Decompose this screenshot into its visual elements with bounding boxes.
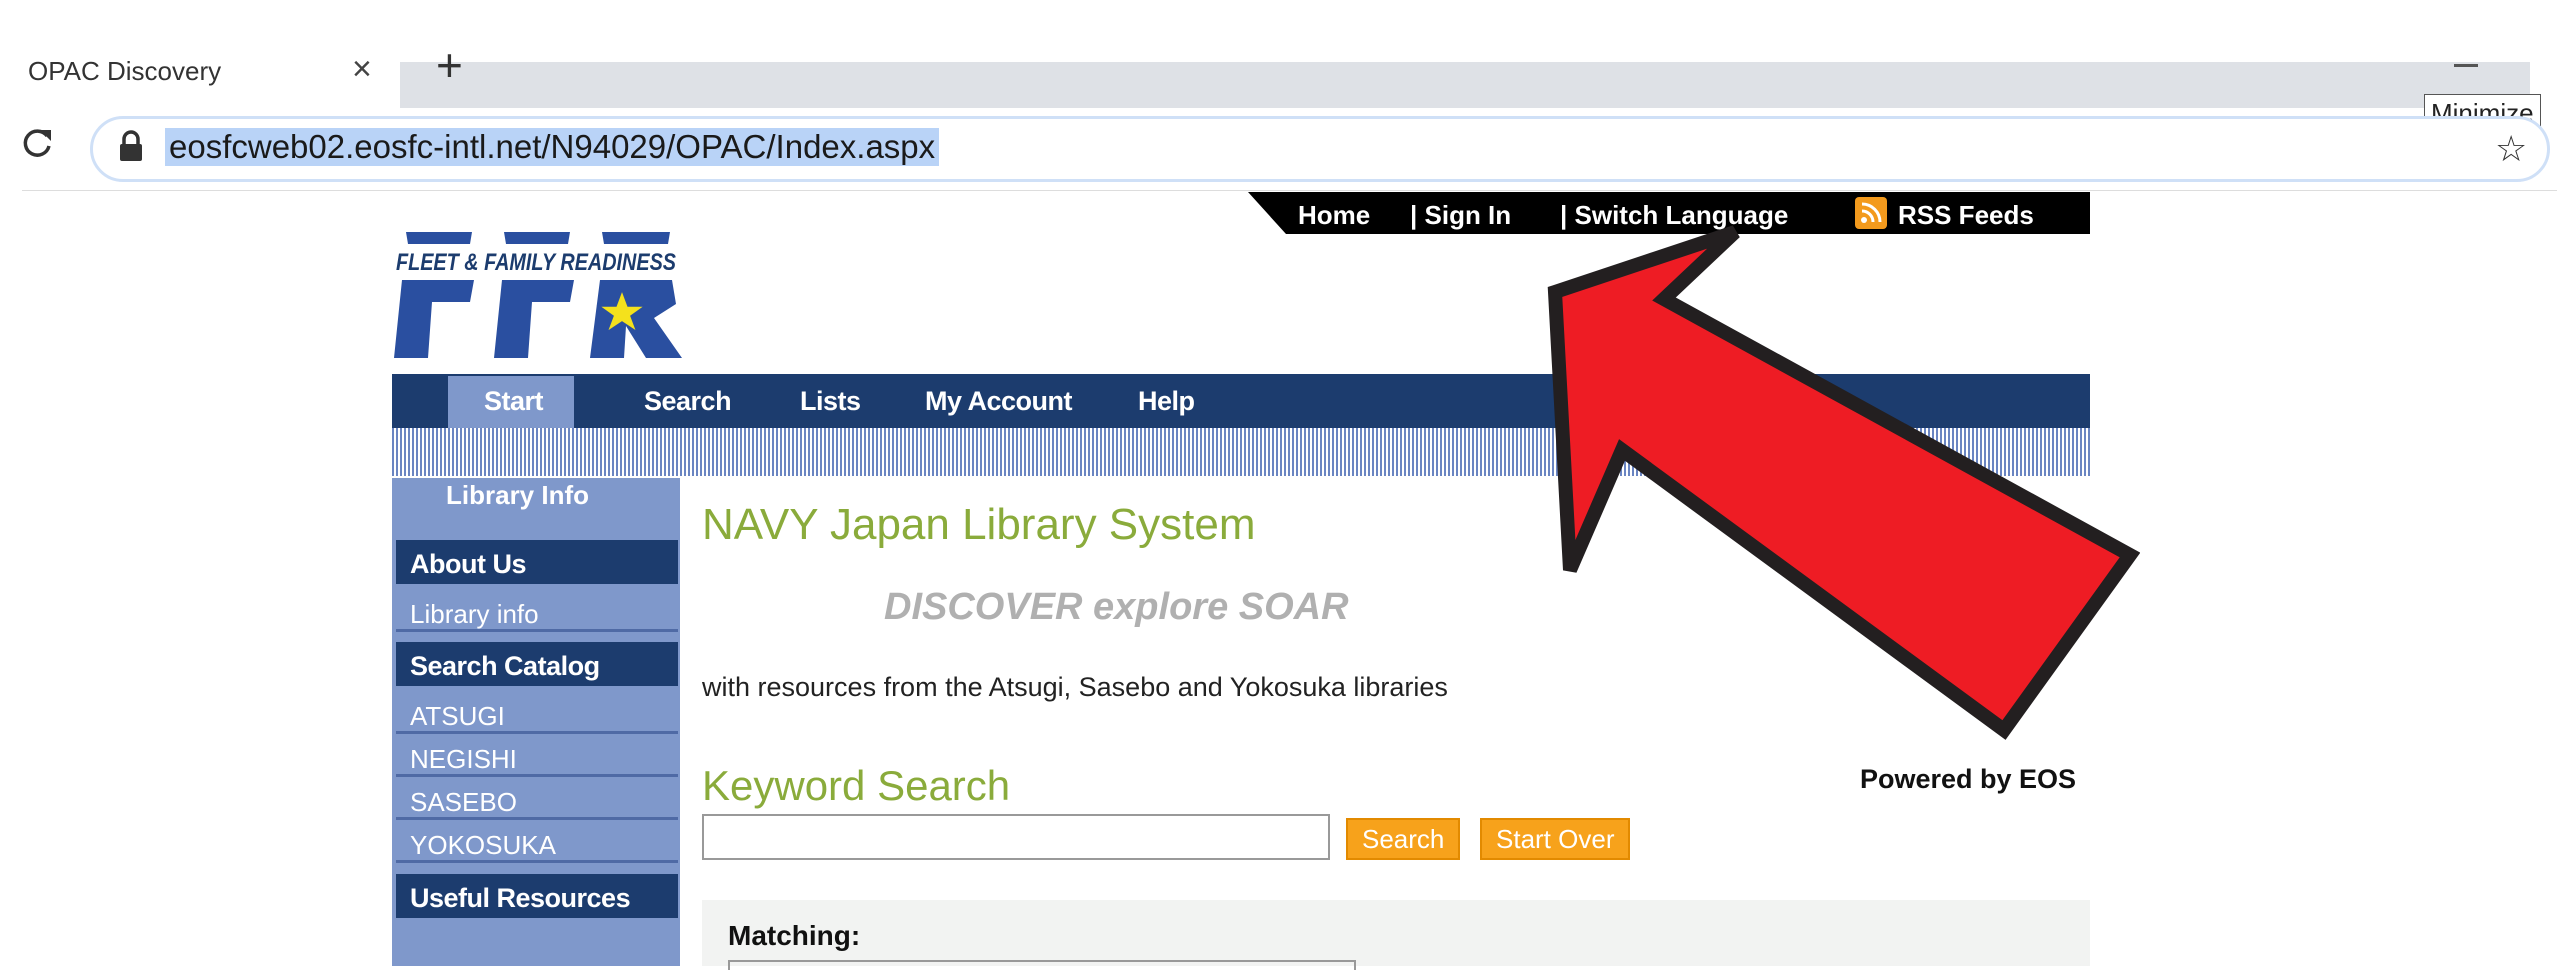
matching-label: Matching:	[728, 920, 861, 951]
sidebar-useful-resources[interactable]: Useful Resources	[396, 874, 678, 918]
nav-lists[interactable]: Lists	[800, 386, 861, 417]
sidebar-library-info[interactable]: Library info	[396, 594, 678, 632]
search-button[interactable]: Search	[1346, 818, 1461, 860]
minimize-button[interactable]	[2440, 50, 2490, 70]
sidebar-item-atsugi[interactable]: ATSUGI	[396, 696, 678, 734]
home-link[interactable]: Home	[1298, 200, 1370, 231]
red-arrow-annotation	[1547, 225, 2140, 740]
sidebar-item-negishi[interactable]: NEGISHI	[396, 739, 678, 777]
description: with resources from the Atsugi, Sasebo a…	[702, 672, 1448, 702]
svg-text:FLEET & FAMILY READINESS: FLEET & FAMILY READINESS	[396, 249, 676, 276]
powered-by: Powered by EOS	[1860, 764, 2077, 794]
keyword-search-heading: Keyword Search	[702, 762, 1011, 809]
new-tab-icon[interactable]: +	[436, 42, 463, 88]
sign-in-link[interactable]: | Sign In	[1410, 200, 1511, 231]
sidebar-item-sasebo[interactable]: SASEBO	[396, 782, 678, 820]
sidebar-about-us[interactable]: About Us	[396, 540, 678, 584]
url-text[interactable]: eosfcweb02.eosfc-intl.net/N94029/OPAC/In…	[165, 128, 940, 166]
keyword-search-input[interactable]	[702, 814, 1330, 860]
lock-icon	[120, 130, 142, 161]
bookmark-star-icon[interactable]: ☆	[2495, 128, 2527, 170]
matching-panel	[702, 900, 2090, 966]
chrome-divider	[22, 190, 2557, 191]
sidebar-header: Library Info	[446, 480, 590, 510]
sidebar-search-catalog[interactable]: Search Catalog	[396, 642, 678, 686]
page-title: NAVY Japan Library System	[702, 500, 1256, 549]
reload-icon[interactable]	[20, 126, 54, 160]
nav-help[interactable]: Help	[1138, 386, 1195, 417]
nav-search[interactable]: Search	[644, 386, 732, 417]
tagline: DISCOVER explore SOAR	[884, 586, 1349, 628]
ffr-logo[interactable]: FLEET & FAMILY READINESS	[392, 222, 682, 358]
tab-title[interactable]: OPAC Discovery	[28, 56, 221, 87]
tabstrip-empty-area	[400, 62, 2530, 108]
start-over-button[interactable]: Start Over	[1480, 818, 1631, 860]
sidebar-item-yokosuka[interactable]: YOKOSUKA	[396, 825, 678, 863]
matching-select[interactable]	[728, 960, 1356, 970]
nav-start[interactable]: Start	[484, 386, 544, 417]
tab-close-icon[interactable]: ×	[352, 50, 372, 89]
nav-my-account[interactable]: My Account	[925, 386, 1073, 417]
